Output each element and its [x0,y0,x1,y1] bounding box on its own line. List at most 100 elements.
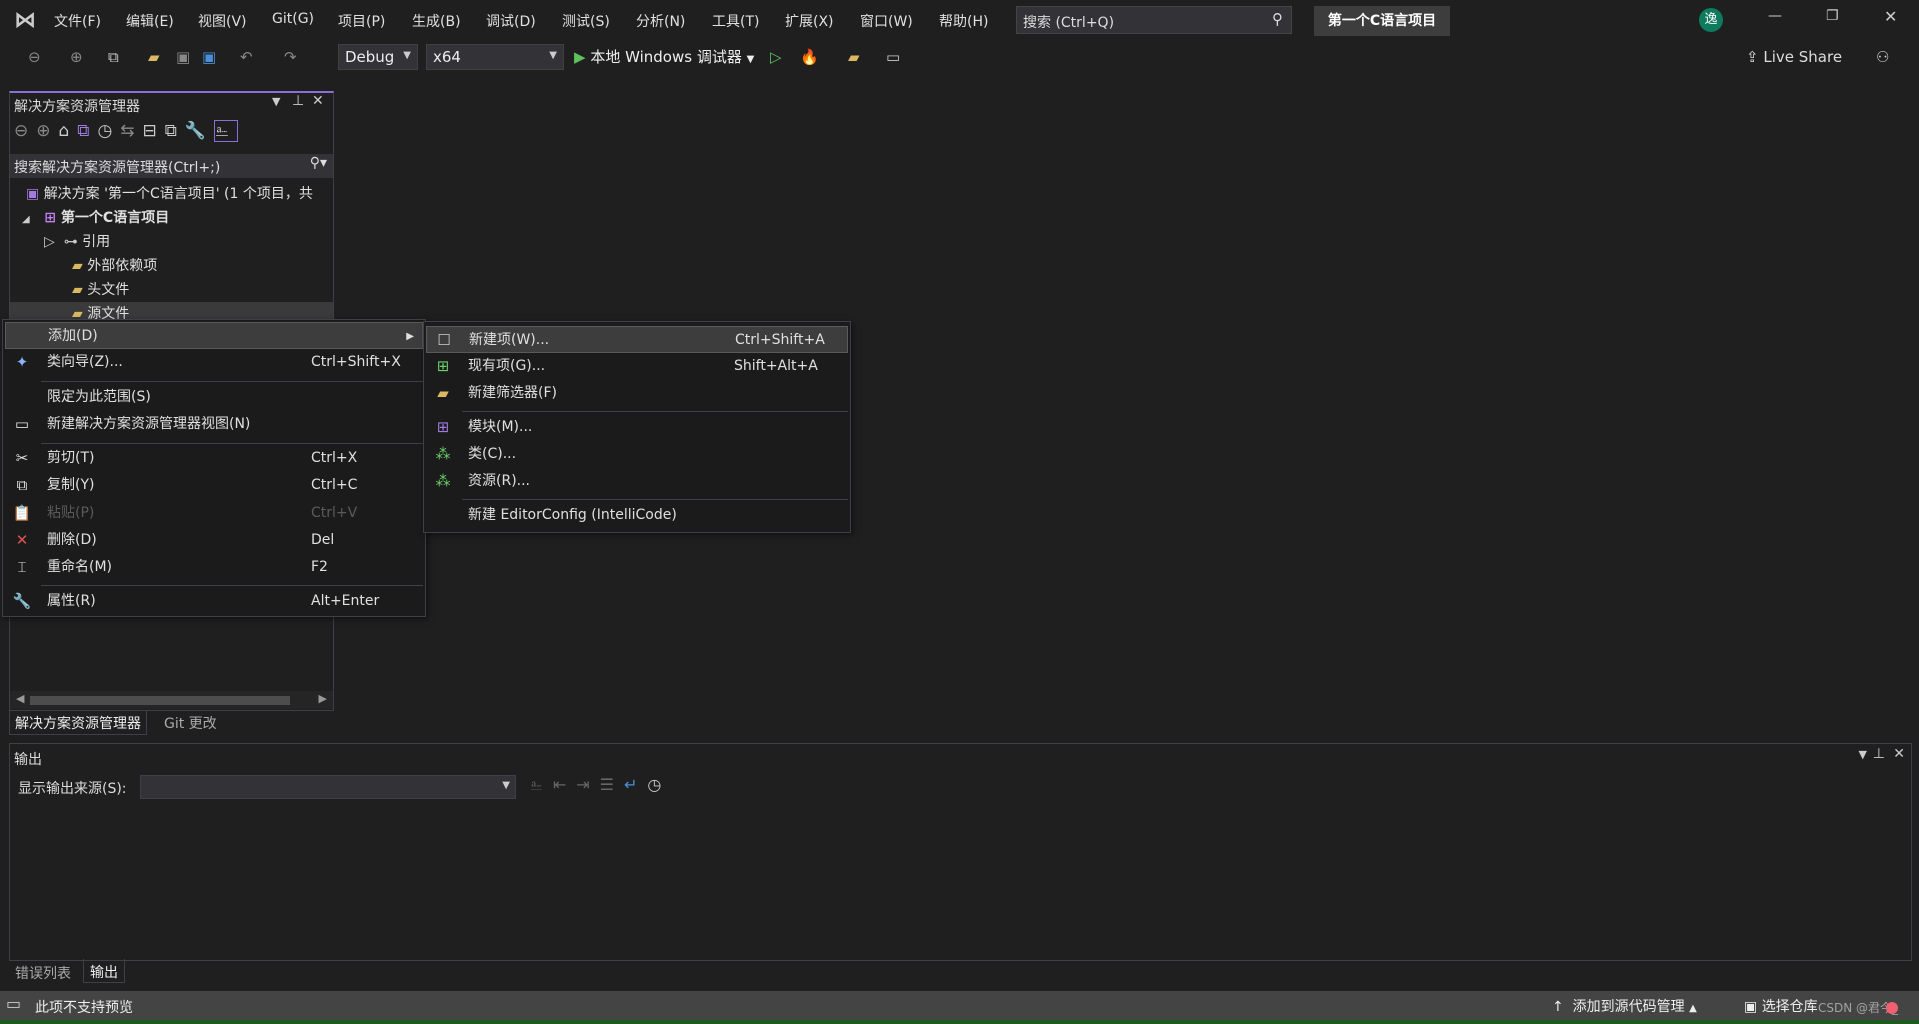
scroll-right-icon[interactable]: ▶ [319,692,327,705]
tab-solution-explorer[interactable]: 解决方案资源管理器 [9,711,147,735]
close-icon[interactable]: ✕ [1893,746,1905,762]
chevron-down-icon[interactable]: ▼ [272,95,280,108]
vs-logo-icon[interactable]: ⋈ [14,8,36,33]
menu-item-delete[interactable]: ✕ 删除(D) Del [5,527,423,554]
forward-icon[interactable]: ⊕ [70,48,83,66]
tree-item-header-files[interactable]: ▰ 头文件 [72,278,129,302]
menu-item-new-explorer-view[interactable]: ▭ 新建解决方案资源管理器视图(N) [5,411,423,438]
menu-item-properties[interactable]: 🔧 属性(R) Alt+Enter [5,588,423,615]
tree-item-solution[interactable]: ▣ 解决方案 '第一个C语言项目' (1 个项目，共 [26,182,313,206]
horizontal-scrollbar[interactable]: ◀ ▶ [10,691,333,709]
timestamp-icon[interactable]: ◷ [647,775,671,794]
menu-item-existing-item[interactable]: ⊞ 现有项(G)... Shift+Alt+A [426,353,848,380]
tree-item-external-deps[interactable]: ▰ 外部依赖项 [72,254,157,278]
global-search-input[interactable]: 搜索 (Ctrl+Q) ⚲ [1016,6,1292,34]
minimize-icon[interactable]: — [1768,8,1782,24]
menu-label: 类(C)... [468,446,517,462]
live-share-button[interactable]: ⇪ Live Share [1746,48,1842,66]
tab-git-changes[interactable]: Git 更改 [164,713,217,733]
open-file-icon[interactable]: ▰ [148,48,160,66]
sync-icon[interactable]: ⇆ [120,121,142,141]
menu-item-resource[interactable]: ⁂ 资源(R)... [426,468,848,495]
add-resource-icon: ⁂ [435,472,451,490]
scrollbar-thumb[interactable] [30,696,290,705]
next-message-icon[interactable]: ⇥ [576,775,599,794]
find-in-files-icon[interactable]: ▰ [848,48,860,66]
menu-extensions[interactable]: 扩展(X) [785,11,834,31]
show-all-files-icon[interactable]: ⧉ [165,121,185,141]
menu-shortcut: Ctrl+Shift+X [311,354,401,370]
pending-changes-filter-icon[interactable]: ◷ [97,121,120,141]
tree-item-references[interactable]: ▷ ⊶ 引用 [44,230,110,254]
menu-label: 新建项(W)... [469,332,550,348]
menu-project[interactable]: 项目(P) [338,11,385,31]
pin-icon[interactable]: ⊥ [292,93,304,109]
clear-all-icon[interactable]: ☰ [600,775,624,794]
menu-item-class-wizard[interactable]: ✦ 类向导(Z)... Ctrl+Shift+X [5,349,423,376]
tab-error-list[interactable]: 错误列表 [15,963,71,983]
configuration-dropdown[interactable]: Debug ▼ [338,44,418,70]
restore-icon[interactable]: ❐ [1826,8,1839,24]
avatar[interactable]: 逸 [1699,8,1723,32]
properties-icon[interactable]: 🔧 [185,121,214,141]
menu-git[interactable]: Git(G) [272,11,314,27]
start-without-debugging-icon[interactable]: ▷ [770,48,782,66]
select-repository-button[interactable]: ▣ 选择仓库 [1744,996,1818,1016]
status-bar: ▭ 此项不支持预览 ↑ 添加到源代码管理 ▲ ▣ 选择仓库 CSDN @君今_ [0,991,1919,1020]
back-icon[interactable]: ⊖ [14,121,36,141]
menu-tools[interactable]: 工具(T) [712,11,759,31]
back-icon[interactable]: ⊖ [28,48,41,66]
menu-file[interactable]: 文件(F) [54,11,101,31]
scroll-left-icon[interactable]: ◀ [16,692,24,705]
menu-shortcut: Ctrl+V [311,505,358,521]
feedback-icon[interactable]: ⚇ [1876,48,1889,66]
context-menu: 添加(D) ▶ ✦ 类向导(Z)... Ctrl+Shift+X 限定为此范围(S) … [2,319,426,617]
menu-item-rename[interactable]: ⌶ 重命名(M) F2 [5,554,423,581]
menu-analyze[interactable]: 分析(N) [636,11,685,31]
menu-help[interactable]: 帮助(H) [939,11,988,31]
menu-item-class[interactable]: ⁂ 类(C)... [426,441,848,468]
start-debugging-button[interactable]: ▶ 本地 Windows 调试器 ▼ [574,46,754,67]
go-to-line-icon[interactable]: ⎁ [530,775,553,794]
menu-test[interactable]: 测试(S) [562,11,610,31]
notification-icon[interactable] [1886,1002,1898,1014]
close-icon[interactable]: ✕ [1884,7,1897,26]
redo-icon[interactable]: ↷ [284,48,297,66]
hot-reload-icon[interactable]: 🔥 [800,48,819,66]
undo-icon[interactable]: ↶ [240,48,253,66]
window-layout-icon[interactable]: ▭ [886,48,900,66]
word-wrap-icon[interactable]: ↵ [624,775,647,794]
new-project-icon[interactable]: ⧉ [108,48,119,66]
menu-window[interactable]: 窗口(W) [860,11,913,31]
close-icon[interactable]: ✕ [312,93,324,109]
menu-item-module[interactable]: ⊞ 模块(M)... [426,414,848,441]
menu-label: 添加(D) [48,328,98,344]
tree-item-project[interactable]: ◢ ⊞ 第一个C语言项目 [22,206,169,230]
platform-dropdown[interactable]: x64 ▼ [426,44,564,70]
tab-output[interactable]: 输出 [83,959,125,983]
save-icon[interactable]: ▣ [176,48,190,66]
menu-view[interactable]: 视图(V) [198,11,247,31]
preview-selected-icon[interactable]: ⎁ [214,120,238,142]
switch-views-icon[interactable]: ⧉ [77,121,97,141]
output-source-dropdown[interactable]: ▼ [140,775,516,799]
save-all-icon[interactable]: ▣ [202,48,216,66]
menu-debug[interactable]: 调试(D) [486,11,536,31]
menu-item-scope-to-this[interactable]: 限定为此范围(S) [5,384,423,411]
collapse-all-icon[interactable]: ⊟ [143,121,165,141]
add-to-source-control-button[interactable]: ↑ 添加到源代码管理 ▲ [1552,996,1697,1016]
previous-message-icon[interactable]: ⇤ [553,775,576,794]
menu-edit[interactable]: 编辑(E) [126,11,174,31]
forward-icon[interactable]: ⊕ [36,121,58,141]
solution-search-input[interactable]: 搜索解决方案资源管理器(Ctrl+;) ⚲▾ [10,154,333,178]
chevron-down-icon[interactable]: ▼ [1859,748,1867,761]
menu-item-new-filter[interactable]: ▰ 新建筛选器(F) [426,380,848,407]
menu-item-cut[interactable]: ✂ 剪切(T) Ctrl+X [5,445,423,472]
pin-icon[interactable]: ⊥ [1873,746,1885,762]
menu-item-new-item[interactable]: ☐ 新建项(W)... Ctrl+Shift+A [426,326,848,353]
home-icon[interactable]: ⌂ [59,121,78,141]
menu-item-editorconfig[interactable]: 新建 EditorConfig (IntelliCode) [426,502,848,529]
menu-item-copy[interactable]: ⧉ 复制(Y) Ctrl+C [5,472,423,499]
menu-build[interactable]: 生成(B) [412,11,461,31]
menu-item-add[interactable]: 添加(D) ▶ [5,322,423,349]
